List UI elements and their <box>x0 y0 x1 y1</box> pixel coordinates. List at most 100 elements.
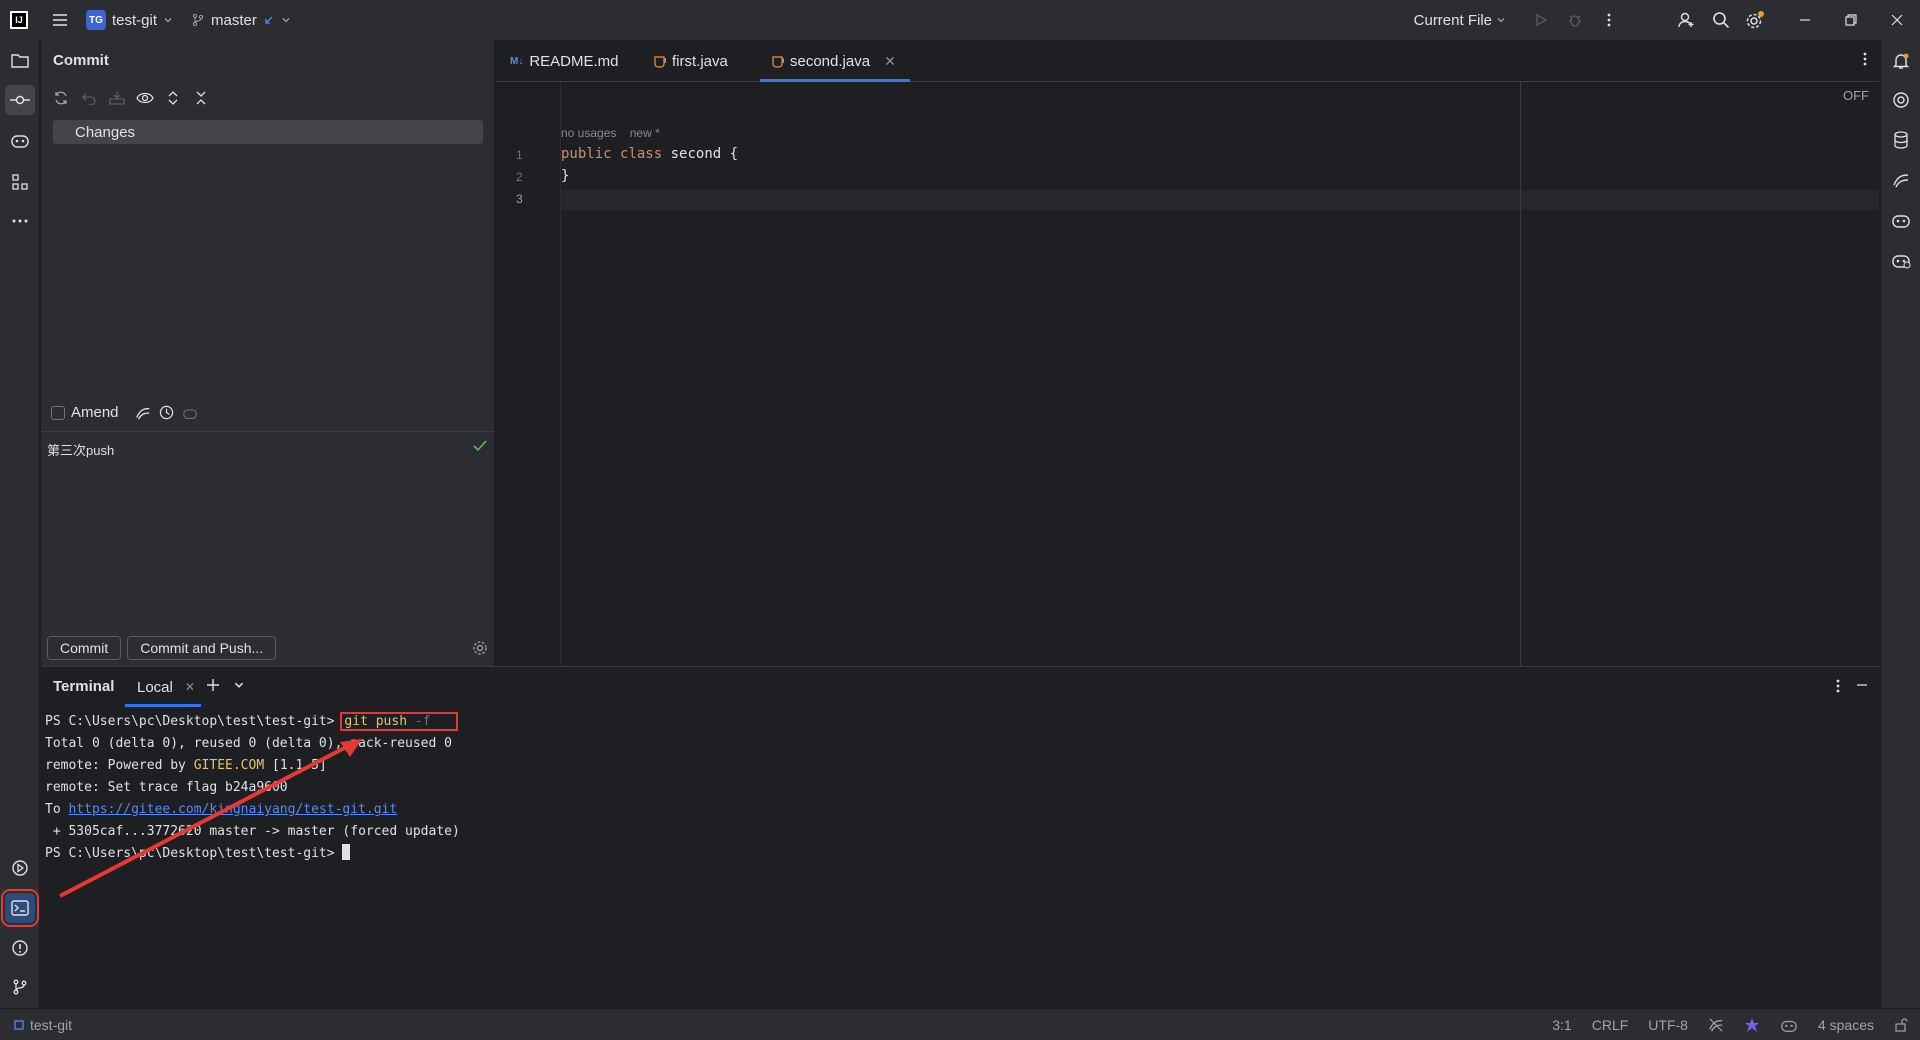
java-file-icon <box>772 56 784 68</box>
terminal-tab-local[interactable]: Local ✕ <box>125 667 201 707</box>
commit-button[interactable]: Commit <box>47 636 122 660</box>
terminal-line: + 5305caf...3772620 master -> master (fo… <box>45 824 460 839</box>
close-window-icon[interactable] <box>1874 0 1920 40</box>
more-vertical-icon[interactable] <box>1863 52 1867 66</box>
amend-checkbox[interactable] <box>51 405 65 420</box>
terminal-tool-icon[interactable] <box>1 889 39 927</box>
refresh-icon[interactable] <box>51 88 71 108</box>
more-tools-icon[interactable] <box>5 206 35 236</box>
close-tab-icon[interactable]: ✕ <box>185 680 195 694</box>
line-separator[interactable]: CRLF <box>1592 1017 1629 1033</box>
git-icon[interactable] <box>5 972 35 1002</box>
tab-first-java[interactable]: first.java <box>654 40 728 82</box>
branch-icon <box>192 13 204 27</box>
left-tool-strip <box>0 40 40 1008</box>
shelve-icon[interactable] <box>107 88 127 108</box>
database-icon[interactable] <box>1886 125 1916 155</box>
structure-icon[interactable] <box>5 167 35 197</box>
indent-setting[interactable]: 4 spaces <box>1818 1017 1874 1033</box>
output-text: remote: Powered by <box>45 758 194 773</box>
lock-icon[interactable] <box>1894 1018 1908 1032</box>
status-project-name: test-git <box>30 1016 73 1033</box>
more-vertical-icon[interactable] <box>1592 0 1626 40</box>
copilot-icon[interactable] <box>5 125 35 155</box>
commit-options-gear-icon[interactable] <box>472 640 488 656</box>
code-area[interactable]: no usages new * public class second { } <box>561 82 1879 666</box>
output-text: To <box>45 802 69 817</box>
main-menu-icon[interactable] <box>50 10 70 30</box>
inlay-hint[interactable]: no usages new * <box>561 126 660 140</box>
more-vertical-icon[interactable] <box>1836 679 1840 693</box>
codeium-status-icon[interactable] <box>1708 1017 1724 1033</box>
show-diff-eye-icon[interactable] <box>135 88 155 108</box>
commit-and-push-button[interactable]: Commit and Push... <box>127 636 277 660</box>
commit-message-area[interactable]: 第三次push <box>41 431 495 666</box>
services-icon[interactable] <box>5 853 35 883</box>
tab-label: second.java <box>790 52 871 70</box>
tab-readme[interactable]: M↓ README.md <box>510 40 619 82</box>
restore-window-icon[interactable] <box>1828 0 1874 40</box>
ai-status-icon[interactable] <box>1744 1017 1760 1033</box>
expand-all-icon[interactable] <box>163 88 183 108</box>
line-gutter: 1 2 3 <box>496 82 561 666</box>
terminal-line: PS C:\Users\pc\Desktop\test\test-git> gi… <box>45 711 460 733</box>
terminal-cursor <box>342 844 351 860</box>
copilot-agent-icon[interactable] <box>1886 245 1916 275</box>
terminal-tab-label: Local <box>137 678 173 696</box>
project-name: test-git <box>112 11 158 29</box>
keyword: public <box>561 146 612 162</box>
commit-panel-title: Commit <box>53 52 109 69</box>
tab-label: README.md <box>529 52 619 70</box>
ai-assistant-icon[interactable] <box>1886 85 1916 115</box>
tab-second-java[interactable]: second.java ✕ <box>760 40 910 82</box>
terminal-line: remote: Set trace flag b24a9600 <box>45 780 288 795</box>
status-bar: test-git 3:1 CRLF UTF-8 4 spaces <box>0 1008 1920 1040</box>
inspection-off-label[interactable]: OFF <box>1843 88 1869 103</box>
notifications-icon[interactable] <box>1886 46 1916 76</box>
title-bar: IJ TG test-git master Current File <box>0 0 1920 40</box>
new-terminal-plus-icon[interactable] <box>205 677 221 693</box>
search-icon[interactable] <box>1704 0 1738 40</box>
changes-group[interactable]: Changes <box>53 120 483 144</box>
chevron-down-icon[interactable] <box>233 679 245 691</box>
run-icon[interactable] <box>1524 0 1558 40</box>
status-project[interactable]: test-git <box>14 1017 72 1033</box>
checkmark-icon <box>473 440 487 452</box>
repo-link[interactable]: https://gitee.com/kingnaiyang/test-git.g… <box>68 802 397 817</box>
copilot-chat-icon[interactable] <box>1886 205 1916 235</box>
minimize-panel-icon[interactable] <box>1856 679 1868 691</box>
branch-selector[interactable]: master <box>191 12 291 29</box>
copilot-status-icon[interactable] <box>1780 1017 1798 1033</box>
close-tab-icon[interactable]: ✕ <box>884 53 896 70</box>
caret-position[interactable]: 3:1 <box>1552 1017 1571 1033</box>
terminal-line: To https://gitee.com/kingnaiyang/test-gi… <box>45 799 460 821</box>
current-line-highlight <box>561 190 1879 210</box>
terminal-line: PS C:\Users\pc\Desktop\test\test-git> <box>45 843 460 865</box>
file-encoding[interactable]: UTF-8 <box>1648 1017 1688 1033</box>
debug-icon[interactable] <box>1558 0 1592 40</box>
command-flag: -f <box>407 714 431 729</box>
amend-row: Amend <box>51 404 198 421</box>
problems-icon[interactable] <box>5 933 35 963</box>
java-file-icon <box>654 56 666 68</box>
codeium-icon[interactable] <box>1886 165 1916 195</box>
history-clock-icon[interactable] <box>159 405 174 420</box>
collapse-all-icon[interactable] <box>191 88 211 108</box>
copilot-generate-icon[interactable] <box>182 406 198 420</box>
incoming-arrow-icon <box>265 16 273 24</box>
terminal-output[interactable]: PS C:\Users\pc\Desktop\test\test-git> gi… <box>45 711 460 865</box>
commit-toolbar <box>51 88 211 108</box>
project-folder-icon[interactable] <box>5 46 35 76</box>
codeium-icon[interactable] <box>135 405 151 421</box>
project-selector[interactable]: TG test-git <box>86 10 173 30</box>
commit-tool-icon[interactable] <box>5 85 35 115</box>
tab-label: first.java <box>672 52 728 70</box>
settings-gear-icon[interactable] <box>1738 0 1772 40</box>
prompt: PS C:\Users\pc\Desktop\test\test-git> <box>45 846 335 861</box>
right-margin-guide <box>1520 82 1521 666</box>
intellij-logo-icon[interactable]: IJ <box>10 11 28 29</box>
minimize-window-icon[interactable] <box>1782 0 1828 40</box>
add-user-icon[interactable] <box>1670 0 1704 40</box>
run-config-selector[interactable]: Current File <box>1414 12 1506 29</box>
rollback-icon[interactable] <box>79 88 99 108</box>
